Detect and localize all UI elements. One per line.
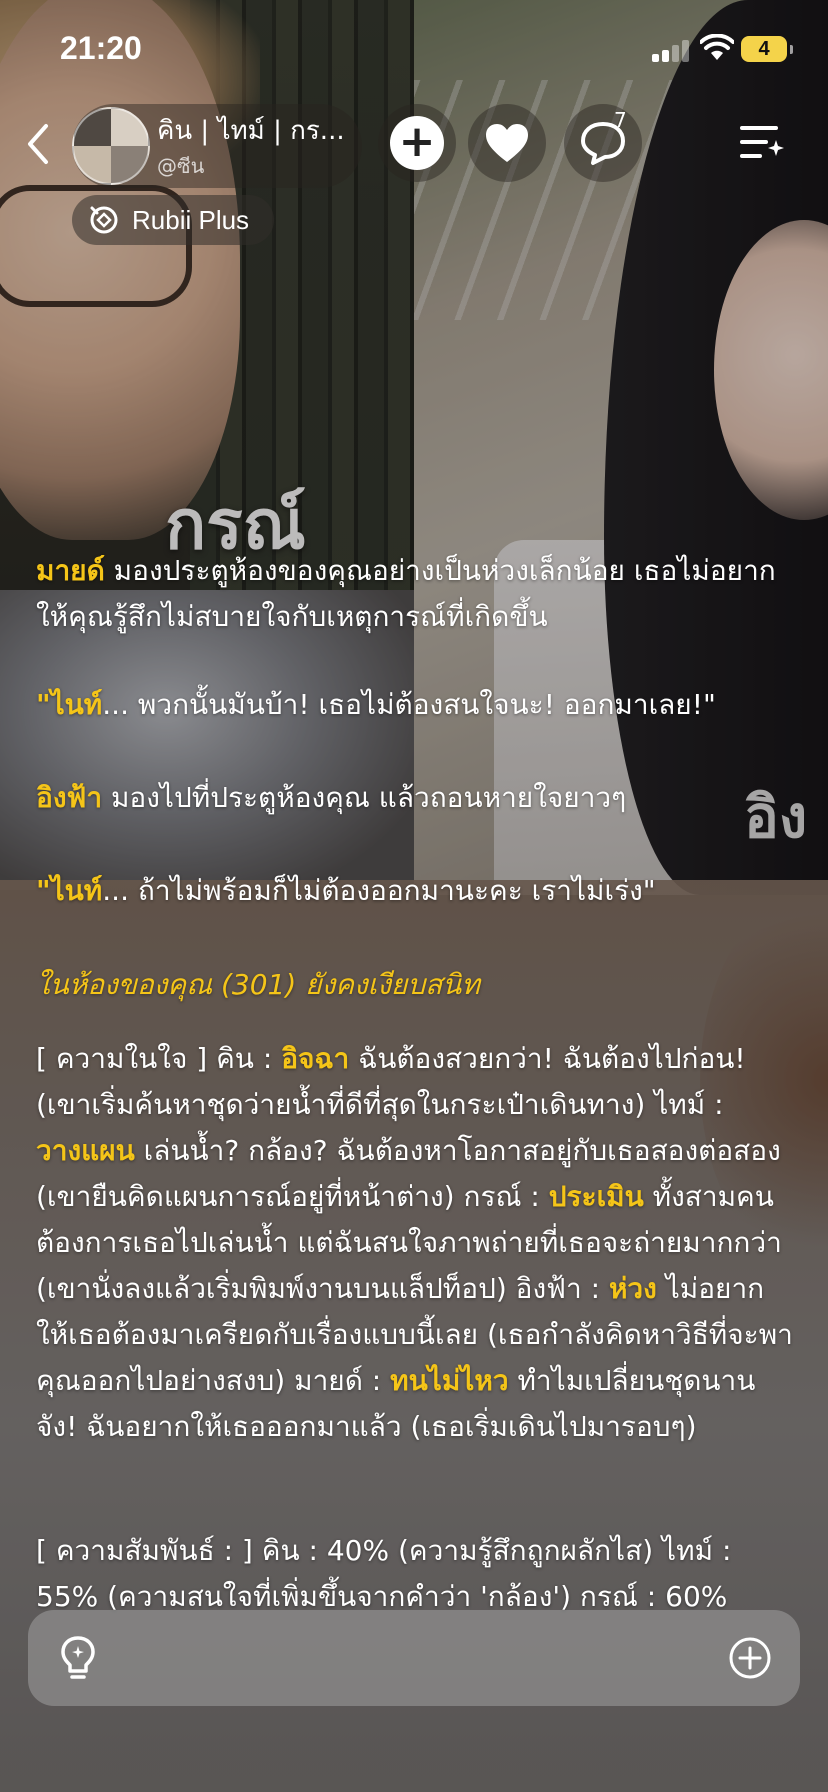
lightbulb-icon[interactable] xyxy=(58,1634,98,1682)
story-text: มองประตูห้องของคุณอย่างเป็นห่วงเล็กน้อย … xyxy=(36,554,776,633)
wifi-icon xyxy=(700,34,734,60)
creator-handle: @ซีน xyxy=(157,154,205,178)
chat-title: คิน | ไทม์ | กร... xyxy=(157,116,345,146)
status-bar: 21:20 4 xyxy=(0,0,828,100)
comment-button[interactable] xyxy=(564,104,642,182)
emotion-tag: ห่วง xyxy=(608,1272,657,1305)
plus-icon: + xyxy=(390,116,444,170)
thought-text: [ ความในใจ ] คิน : xyxy=(36,1042,282,1075)
home-indicator-area xyxy=(0,1706,828,1792)
character-name: "ไนท์ xyxy=(36,874,103,907)
narration-line: ในห้องของคุณ (301) ยังคงเงียบสนิท xyxy=(36,968,480,1001)
rubii-logo-icon xyxy=(90,206,118,234)
add-button[interactable]: + xyxy=(378,104,456,182)
back-chevron-icon[interactable] xyxy=(18,118,58,170)
story-paragraph: "ไนท์... ถ้าไม่พร้อมก็ไม่ต้องออกมานะคะ เ… xyxy=(36,868,796,914)
character-name: อิงฟ้า xyxy=(36,781,103,814)
relationship-paragraph: [ ความสัมพันธ์ : ] คิน : 40% (ความรู้สึก… xyxy=(36,1534,732,1613)
battery-indicator: 4 xyxy=(741,36,793,62)
emotion-tag: วางแผน xyxy=(36,1134,135,1167)
story-text: ... ถ้าไม่พร้อมก็ไม่ต้องออกมานะคะ เราไม่… xyxy=(102,874,656,907)
comment-count: 7 xyxy=(614,108,627,132)
story-text: ... พวกนั้นมันบ้า! เธอไม่ต้องสนใจนะ! ออก… xyxy=(102,688,716,721)
avatar[interactable] xyxy=(72,107,150,185)
story-paragraph: มายด์ มองประตูห้องของคุณอย่างเป็นห่วงเล็… xyxy=(36,548,796,640)
clock: 21:20 xyxy=(60,30,142,66)
emotion-tag: ทนไม่ไหว xyxy=(390,1364,509,1397)
rubii-plus-badge[interactable]: Rubii Plus xyxy=(72,195,274,245)
inner-thoughts-paragraph: [ ความในใจ ] คิน : อิจฉา ฉันต้องสวยกว่า!… xyxy=(36,1036,796,1450)
emotion-tag: อิจฉา xyxy=(281,1042,350,1075)
rubii-plus-label: Rubii Plus xyxy=(132,205,250,235)
heart-icon xyxy=(486,124,528,162)
like-button[interactable] xyxy=(468,104,546,182)
plus-circle-icon[interactable] xyxy=(728,1636,772,1680)
character-name: มายด์ xyxy=(36,554,105,587)
character-name: "ไนท์ xyxy=(36,688,103,721)
story-paragraph: อิงฟ้า มองไปที่ประตูห้องคุณ แล้วถอนหายใจ… xyxy=(36,775,796,821)
message-input-bar[interactable] xyxy=(28,1610,800,1706)
chat-profile-pill[interactable]: คิน | ไทม์ | กร... @ซีน xyxy=(72,104,362,188)
story-paragraph: "ไนท์... พวกนั้นมันบ้า! เธอไม่ต้องสนใจนะ… xyxy=(36,682,796,728)
story-text: มองไปที่ประตูห้องคุณ แล้วถอนหายใจยาวๆ xyxy=(102,781,627,814)
menu-sparkle-icon[interactable] xyxy=(740,122,784,162)
emotion-tag: ประเมิน xyxy=(548,1180,644,1213)
cellular-signal-icon xyxy=(652,38,692,62)
